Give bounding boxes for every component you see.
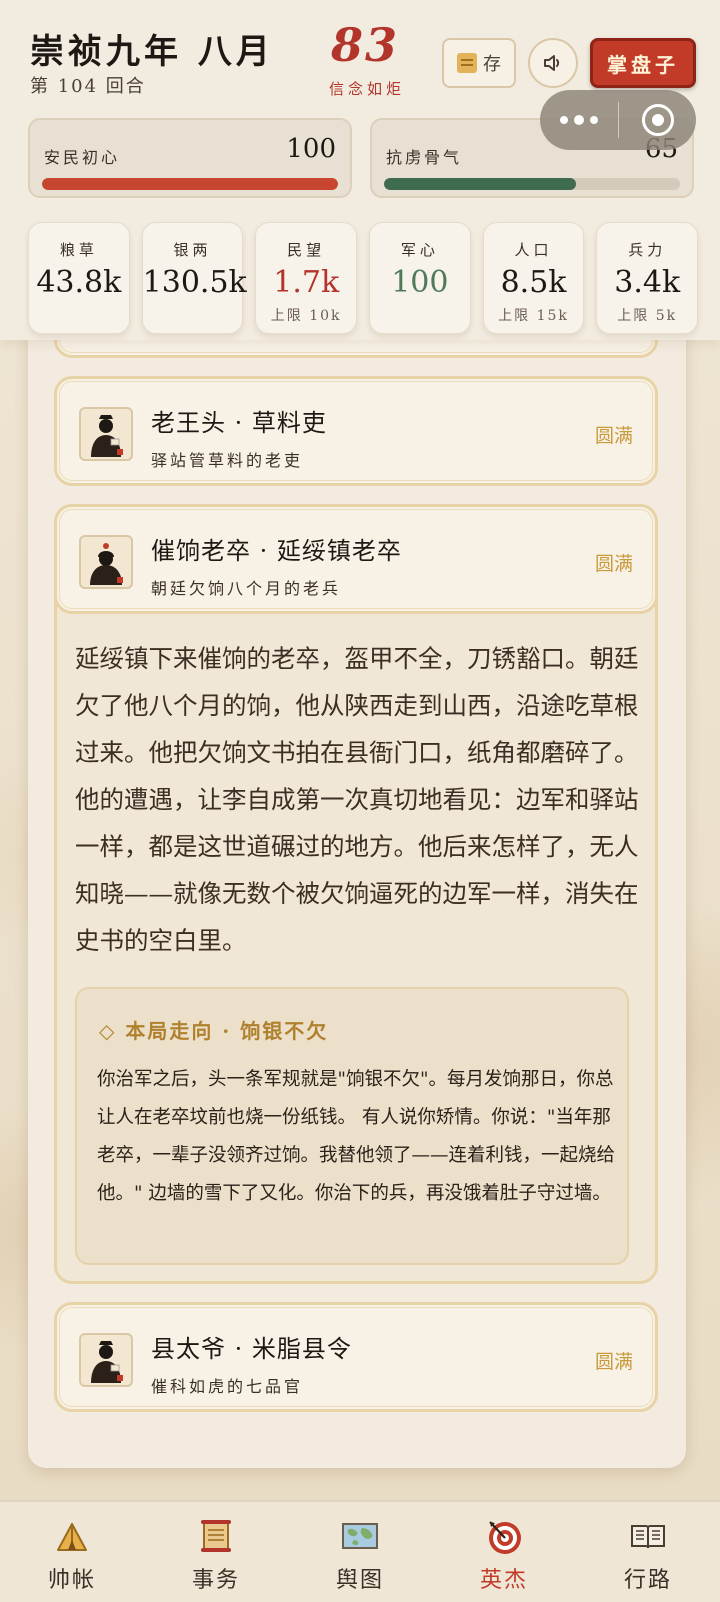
stat-label: 银两 [173, 241, 212, 259]
resource-stats: 粮草 43.8k 银两 130.5k 民望 1.7k 上限 10k 军心 100… [28, 222, 699, 334]
stat-popularity: 民望 1.7k 上限 10k [255, 222, 358, 334]
meter-track [384, 178, 680, 190]
book-icon [631, 1525, 665, 1549]
fate-title: ◇ 本局走向 · 饷银不欠 [99, 1019, 329, 1043]
target-icon [489, 1521, 521, 1554]
stat-cap: 上限 15k [498, 308, 569, 324]
stat-value: 100 [391, 265, 449, 300]
ledger-button[interactable]: 掌盘子 [590, 38, 696, 88]
save-label: 存 [483, 54, 501, 75]
meter-fill [384, 178, 577, 190]
meter-track [42, 178, 338, 190]
hero-status: 圆满 [594, 1351, 633, 1373]
close-miniprogram-button[interactable] [619, 104, 696, 136]
scroll-icon [201, 1520, 231, 1552]
hero-name: 老王头 · 草料吏 [151, 409, 327, 437]
stat-label: 军心 [400, 241, 439, 259]
hero-portrait [79, 535, 133, 589]
hero-card[interactable]: 县太爷 · 米脂县令 催科如虎的七品官 圆满 [54, 1302, 658, 1412]
stat-label: 兵力 [628, 241, 667, 259]
hero-portrait [79, 407, 133, 461]
hero-portrait [79, 1333, 133, 1387]
stat-value: 130.5k [142, 265, 247, 300]
hero-description: 朝廷欠饷八个月的老兵 [151, 579, 342, 598]
meter-label: 抗虏骨气 [386, 148, 463, 167]
nav-label: 事务 [191, 1568, 240, 1593]
hero-name: 县太爷 · 米脂县令 [151, 1335, 352, 1363]
nav-tent[interactable]: 帅帐 [0, 1502, 144, 1602]
stat-value: 1.7k [273, 265, 340, 300]
round-counter: 第 104 回合 [30, 76, 146, 97]
meter-value: 100 [286, 134, 336, 164]
nav-label: 行路 [623, 1568, 672, 1593]
hero-status: 圆满 [594, 425, 633, 447]
stat-cap: 上限 10k [270, 308, 342, 324]
stat-label: 人口 [514, 241, 553, 259]
stat-troops: 兵力 3.4k 上限 5k [596, 222, 699, 334]
soldier-portrait-icon [90, 543, 123, 585]
tent-icon [57, 1523, 87, 1551]
official-portrait-icon [91, 1341, 123, 1383]
more-menu-button[interactable] [540, 114, 618, 125]
hero-card[interactable]: 老王头 · 草料吏 驿站管草料的老吏 圆满 [54, 376, 658, 486]
scroll-icon [457, 53, 477, 73]
stat-population: 人口 8.5k 上限 15k [482, 222, 585, 334]
meter-anmin: 安民初心 100 [28, 118, 352, 198]
stat-morale: 军心 100 [369, 222, 471, 334]
faith-value: 83 [330, 18, 399, 72]
stat-value: 3.4k [614, 265, 681, 300]
stat-grain: 粮草 43.8k [28, 222, 130, 334]
stat-value: 8.5k [500, 265, 567, 300]
bottom-nav: 帅帐 事务 舆图 英杰 行路 [0, 1500, 720, 1602]
fate-box: ◇ 本局走向 · 饷银不欠 你治军之后，头一条军规就是"饷银不欠"。每月发饷那日… [75, 987, 629, 1265]
hero-name: 催饷老卒 · 延绥镇老卒 [151, 537, 402, 565]
record-icon [641, 104, 674, 136]
save-button[interactable]: 存 [442, 38, 516, 88]
miniprogram-capsule [540, 90, 696, 150]
nav-label: 英杰 [479, 1568, 528, 1593]
nav-affairs[interactable]: 事务 [144, 1502, 288, 1602]
official-portrait-icon [91, 415, 123, 457]
fate-text: 你治军之后，头一条军规就是"饷银不欠"。每月发饷那日，你总让人在老卒坟前也烧一份… [97, 1069, 616, 1204]
nav-label: 帅帐 [47, 1568, 96, 1593]
stat-label: 民望 [287, 241, 326, 259]
faith-label: 信念如炬 [328, 80, 405, 98]
stat-silver: 银两 130.5k [141, 222, 247, 334]
meter-fill [42, 178, 338, 190]
nav-heroes[interactable]: 英杰 [432, 1502, 576, 1602]
hero-expanded-card[interactable]: 催饷老卒 · 延绥镇老卒 朝廷欠饷八个月的老兵 圆满 延绥镇下来催饷的老卒，盔甲… [54, 504, 658, 1284]
speaker-icon [544, 55, 560, 71]
sound-toggle-button[interactable] [528, 38, 578, 88]
hero-description: 催科如虎的七品官 [151, 1377, 304, 1396]
map-icon [342, 1523, 378, 1549]
stat-label: 粮草 [59, 241, 98, 259]
meter-label: 安民初心 [44, 148, 121, 167]
stat-cap: 上限 5k [617, 308, 678, 324]
nav-journey[interactable]: 行路 [576, 1502, 720, 1602]
heroes-panel[interactable]: 老王头 · 草料吏 驿站管草料的老吏 圆满 催饷老卒 · 延绥镇老卒 朝廷欠饷八… [28, 300, 686, 1468]
nav-label: 舆图 [335, 1568, 384, 1593]
nav-map[interactable]: 舆图 [288, 1502, 432, 1602]
stat-value: 43.8k [36, 265, 122, 300]
era-title: 崇祯九年 八月 [30, 32, 274, 72]
top-status-header: 崇祯九年 八月 第 104 回合 83 信念如炬 存 掌盘子 安民初心 100 … [0, 0, 720, 340]
hero-story-text: 延绥镇下来催饷的老卒，盔甲不全，刀锈豁口。朝廷欠了他八个月的饷，他从陕西走到山西… [75, 644, 639, 955]
hero-description: 驿站管草料的老吏 [151, 451, 304, 470]
hero-card-header[interactable]: 催饷老卒 · 延绥镇老卒 朝廷欠饷八个月的老兵 圆满 [54, 504, 658, 614]
hero-status: 圆满 [594, 553, 633, 575]
